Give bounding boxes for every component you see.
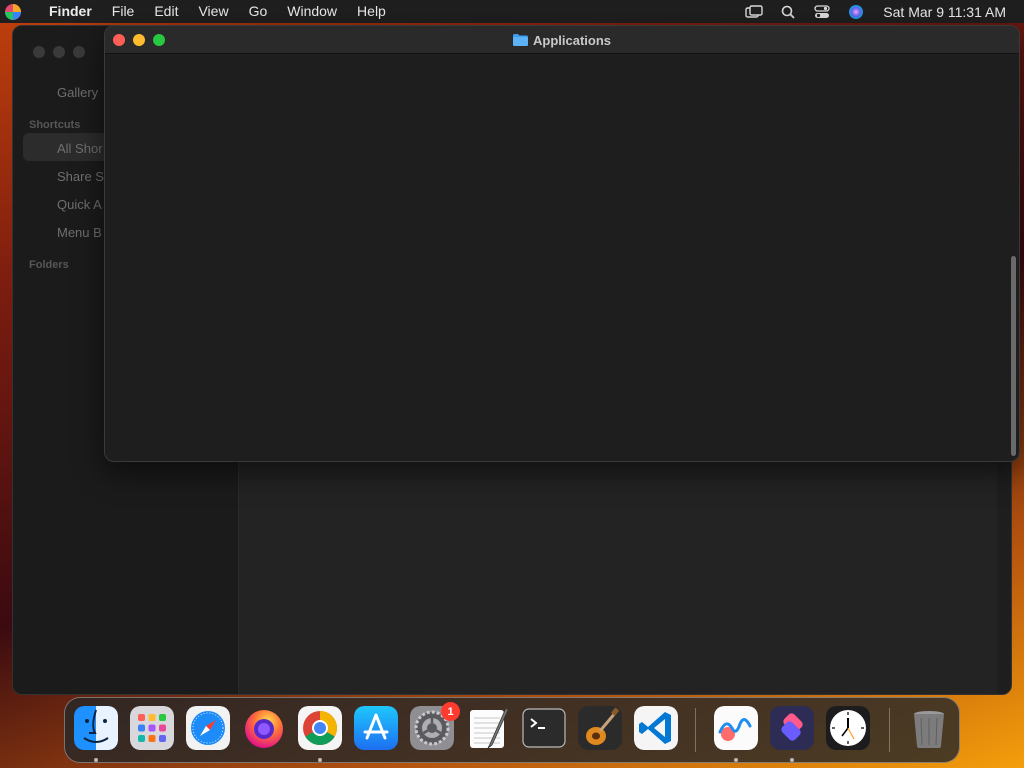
dock-running-indicator (94, 758, 98, 762)
sidebar-item-menu-bar[interactable]: Menu B (57, 225, 102, 240)
finder-window-title: Applications (105, 26, 1019, 54)
sidebar-section-shortcuts: Shortcuts (29, 119, 81, 131)
dock-garageband-icon[interactable] (578, 706, 622, 750)
notification-badge: 1 (441, 702, 460, 721)
dock-running-indicator (318, 758, 322, 762)
dock-shortcuts-icon[interactable] (770, 706, 814, 750)
dock-trash-icon[interactable] (907, 706, 951, 750)
menubar-clock[interactable]: Sat Mar 9 11:31 AM (873, 4, 1024, 20)
menu-bar: Finder File Edit View Go Window Help Sat… (0, 0, 1024, 23)
dock-finder-icon[interactable] (74, 706, 118, 750)
dock-terminal-icon[interactable] (522, 706, 566, 750)
menu-window[interactable]: Window (277, 0, 347, 23)
menu-app-name[interactable]: Finder (39, 0, 102, 23)
vertical-scrollbar[interactable] (1011, 256, 1016, 456)
sidebar-item-gallery[interactable]: Gallery (57, 85, 98, 100)
menu-go[interactable]: Go (239, 0, 278, 23)
dock-separator (889, 708, 890, 752)
dock-launchpad-icon[interactable] (130, 706, 174, 750)
dock-clock-icon[interactable] (826, 706, 870, 750)
sidebar-item-quick-actions[interactable]: Quick A (57, 197, 102, 212)
menu-edit[interactable]: Edit (144, 0, 188, 23)
maximize-button-inactive[interactable] (73, 46, 85, 58)
siri-icon[interactable] (839, 0, 873, 23)
apple-menu-icon[interactable] (3, 2, 23, 22)
minimize-button-inactive[interactable] (53, 46, 65, 58)
sidebar-item-all-shortcuts[interactable]: All Shor (57, 141, 103, 156)
dock-separator (695, 708, 696, 752)
folder-icon (512, 34, 528, 46)
menu-file[interactable]: File (102, 0, 145, 23)
dock-running-indicator (734, 758, 738, 762)
dock-firefox-icon[interactable] (242, 706, 286, 750)
screen-mirroring-icon[interactable] (737, 0, 771, 23)
dock-vscode-icon[interactable] (634, 706, 678, 750)
dock-chrome-icon[interactable] (298, 706, 342, 750)
dock: 1 (64, 697, 960, 763)
dock-freeform-icon[interactable] (714, 706, 758, 750)
control-center-icon[interactable] (805, 0, 839, 23)
dock-safari-icon[interactable] (186, 706, 230, 750)
sidebar-section-folders: Folders (29, 259, 69, 271)
finder-title-text: Applications (532, 32, 611, 48)
menu-view[interactable]: View (188, 0, 238, 23)
close-button-inactive[interactable] (33, 46, 45, 58)
dock-app-store-icon[interactable] (354, 706, 398, 750)
search-icon[interactable] (771, 0, 805, 23)
sidebar-item-share-sheet[interactable]: Share S (57, 169, 104, 184)
dock-textedit-icon[interactable] (466, 706, 510, 750)
dock-running-indicator (790, 758, 794, 762)
finder-window-applications: Applications (104, 25, 1020, 462)
menu-help[interactable]: Help (347, 0, 396, 23)
